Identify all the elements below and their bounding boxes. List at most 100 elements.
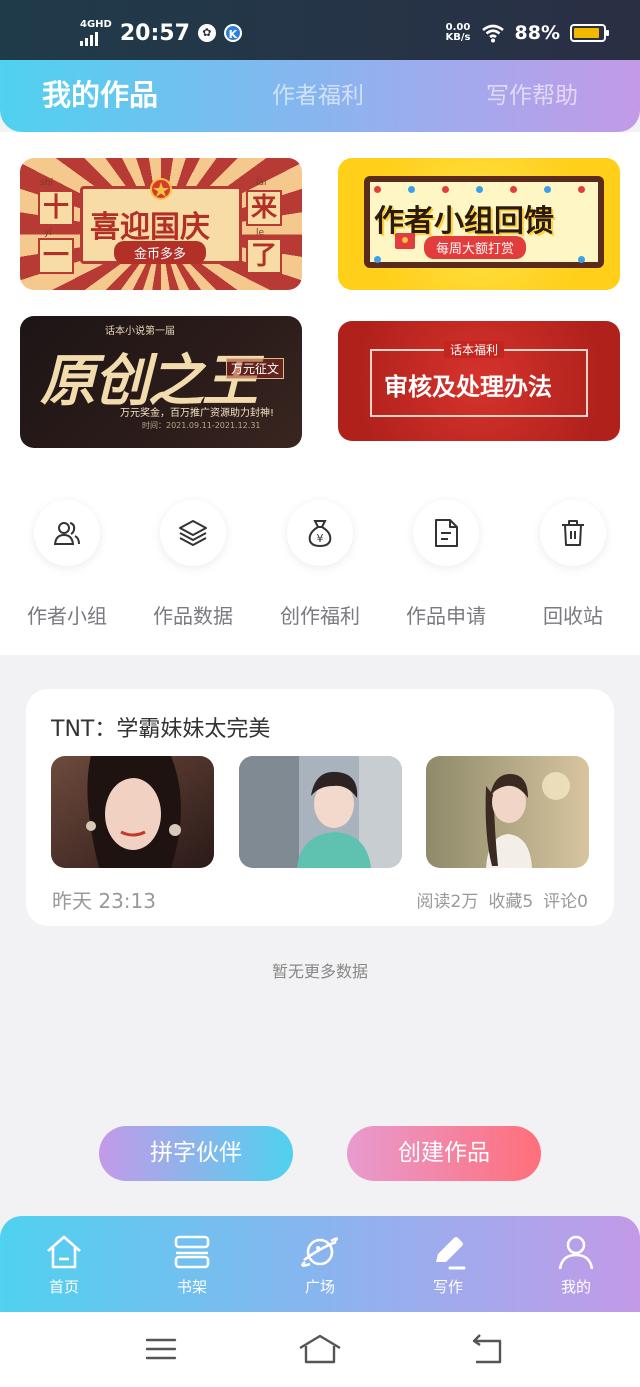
network-speed: 0.00 KB/s [446,23,471,43]
back-icon[interactable] [470,1332,504,1366]
trash-icon [562,520,584,546]
nav-plaza-label: 广场 [304,1278,335,1296]
portrait-image [239,756,402,868]
money-bag-icon: ¥ [308,520,332,548]
banner-review-rules[interactable]: 话本福利 审核及处理办法 [338,321,620,441]
banner-review-title: 审核及处理办法 [384,373,552,401]
char-lai: 来 [246,190,282,226]
banner-original-king-date: 时间：2021.09.11-2021.12.31 [142,421,261,430]
pinyin-yi: yī [44,228,52,238]
banner-author-group[interactable]: 作者小组回馈 每周大额打赏 [338,158,620,290]
writing-partner-button[interactable]: 拼字伙伴 [99,1126,293,1181]
work-comments: 评论0 [543,892,588,912]
char-shi: 十 [38,190,74,226]
menu-recycle-bin-label: 回收站 [543,604,603,628]
nav-write-label: 写作 [432,1278,463,1296]
wifi-icon [481,24,504,43]
banner-national-day-title: 喜迎国庆 [90,210,210,245]
light-dot [578,186,585,193]
menu-work-application-circle [413,500,479,566]
portrait-image [51,756,214,868]
banner-original-king-top: 话本小说第一届 [105,326,175,337]
profile-icon [558,1235,594,1270]
menu-recycle-bin-circle [540,500,606,566]
work-reads: 阅读2万 [416,892,479,912]
banner-original-king-subtitle: 万元奖金，百万推广资源助力封神! [120,408,275,419]
tab-my-works[interactable]: 我的作品 [42,72,158,114]
light-dot [374,186,381,193]
top-tabs: 我的作品 作者福利 写作帮助 [0,60,640,132]
portrait-image [426,756,589,868]
status-left: 4GHD 20:57 ✿ K [80,20,242,46]
red-envelope-icon [395,233,415,249]
menu-creation-benefits-label: 创作福利 [280,604,360,628]
char-le: 了 [246,238,282,274]
menu-creation-benefits[interactable]: ¥ 创作福利 [260,500,380,629]
menu-work-data-circle [160,500,226,566]
planet-icon [301,1237,339,1267]
char-yi: 一 [38,238,74,274]
banner-national-day[interactable]: 喜迎国庆 金币多多 shí 十 yī 一 lái 来 le 了 [20,158,302,290]
menu-creation-benefits-circle: ¥ [287,500,353,566]
light-dot [578,256,585,263]
network-type: 4GHD [80,19,112,30]
svg-text:¥: ¥ [317,532,324,545]
banner-original-king-badge: 万元征文 [226,358,285,379]
menu-author-group-label: 作者小组 [27,604,107,628]
system-nav-bar [0,1312,640,1387]
work-title: TNT：学霸妹妹太完美 [51,717,271,742]
nav-home-label: 首页 [48,1278,79,1296]
work-card[interactable]: TNT：学霸妹妹太完美 昨天 23:13 阅读2万 收藏5 评论0 [26,689,614,926]
pinyin-le: le [256,228,265,238]
nav-bookshelf-label: 书架 [176,1278,207,1296]
banner-author-group-subtitle: 每周大额打赏 [424,236,527,259]
work-favorites: 收藏5 [488,892,534,912]
work-stats: 阅读2万 收藏5 评论0 [417,887,588,912]
work-updated-time: 昨天 23:13 [52,889,156,913]
menu-work-application-label: 作品申请 [406,604,486,628]
nav-plaza[interactable]: 广场 [270,1232,370,1297]
banner-national-day-subtitle: 金币多多 [114,241,207,264]
nav-bookshelf[interactable]: 书架 [142,1232,242,1297]
app-k-icon: K [223,24,242,42]
no-more-data: 暂无更多数据 [271,962,368,981]
battery-icon [570,24,609,42]
menu-author-group[interactable]: 作者小组 [7,500,127,629]
light-dot [510,186,517,193]
nav-home[interactable]: 首页 [14,1232,114,1297]
signal-icon [80,30,112,46]
create-work-button[interactable]: 创建作品 [347,1126,541,1181]
banner-original-king[interactable]: 话本小说第一届 原创之王 万元征文 万元奖金，百万推广资源助力封神! 时间：20… [20,316,302,448]
status-right: 0.00 KB/s 88% [446,22,609,44]
light-dot [374,256,381,263]
network-indicator: 4GHD [80,20,112,46]
home-button-icon[interactable] [298,1332,342,1366]
status-bar: 4GHD 20:57 ✿ K 0.00 KB/s 88% [0,0,640,60]
tab-author-benefits[interactable]: 作者福利 [272,76,364,110]
menu-recycle-bin[interactable]: 回收站 [513,500,633,629]
light-dot [544,186,551,193]
bookshelf-icon [174,1235,210,1269]
tab-writing-help[interactable]: 写作帮助 [486,76,578,110]
menu-work-data-label: 作品数据 [153,604,233,628]
layers-icon [179,520,207,546]
banner-review-top: 话本福利 [444,341,505,358]
nav-write[interactable]: 写作 [398,1232,498,1297]
work-cover-image-2[interactable] [239,756,402,868]
nav-profile[interactable]: 我的 [526,1232,626,1297]
work-cover-image-3[interactable] [426,756,589,868]
light-dot [408,186,415,193]
battery-fill [574,28,599,38]
speed-unit: KB/s [445,32,471,43]
clock: 20:57 [119,20,190,46]
menu-icon[interactable] [144,1332,178,1366]
pinyin-shi: shí [40,178,53,188]
pen-icon [436,1237,466,1270]
menu-work-data[interactable]: 作品数据 [133,500,253,629]
light-dot [442,186,449,193]
wechat-icon: ✿ [197,24,216,42]
emblem-icon [150,178,172,200]
work-cover-image-1[interactable] [51,756,214,868]
bottom-nav: 首页 书架 广场 写作 我的 [0,1216,640,1312]
menu-work-application[interactable]: 作品申请 [386,500,506,629]
